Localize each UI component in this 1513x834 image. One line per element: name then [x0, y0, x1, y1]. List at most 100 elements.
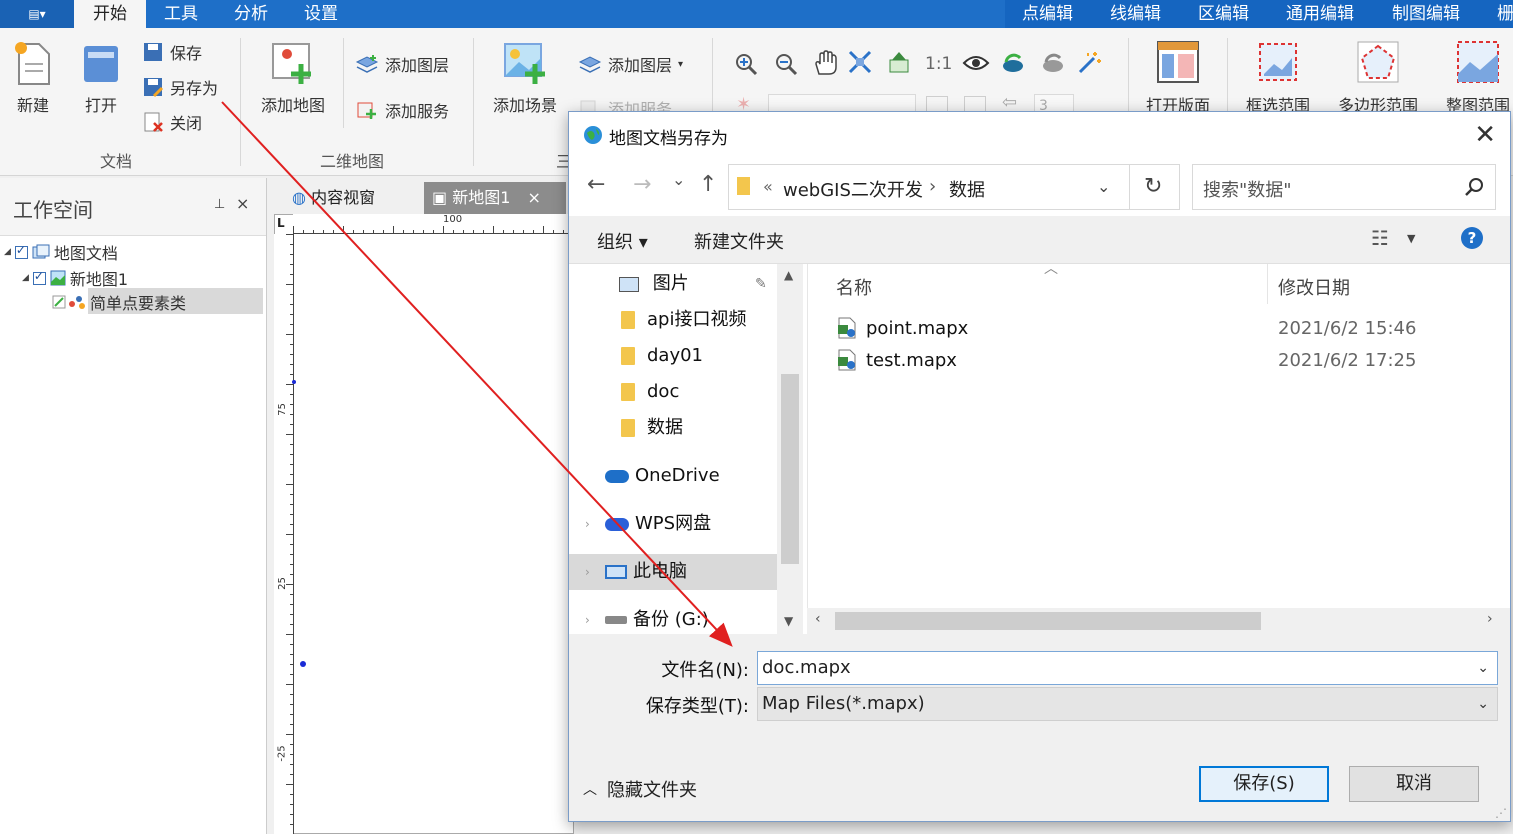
- nav-item-backup-drive[interactable]: › 备份 (G:): [569, 602, 777, 638]
- map-point[interactable]: [300, 661, 306, 667]
- add-service-button[interactable]: 添加服务: [355, 98, 449, 122]
- add-map-button[interactable]: 添加地图: [255, 40, 331, 116]
- close-icon[interactable]: ×: [236, 194, 249, 213]
- scroll-right-icon[interactable]: ›: [1487, 611, 1493, 627]
- add-scene-button[interactable]: 添加场景: [487, 40, 563, 116]
- breadcrumb-current[interactable]: 数据: [949, 176, 985, 202]
- scroll-thumb[interactable]: [835, 612, 1261, 630]
- new-button[interactable]: 新建: [10, 40, 56, 116]
- refresh-map-icon[interactable]: [887, 50, 911, 74]
- open-layout-button[interactable]: 打开版面: [1140, 40, 1216, 116]
- forward-arrow-icon[interactable]: →: [633, 172, 651, 197]
- file-row[interactable]: test.mapx: [836, 348, 957, 372]
- save-button[interactable]: 保存: [142, 40, 202, 64]
- close-doc-button[interactable]: 关闭: [142, 110, 202, 134]
- recent-dropdown-icon[interactable]: ⌄: [672, 170, 685, 189]
- column-header-date[interactable]: 修改日期: [1278, 274, 1350, 300]
- whole-range-button[interactable]: 整图范围: [1440, 40, 1513, 116]
- frame-range-button[interactable]: 框选范围: [1240, 40, 1316, 116]
- full-extent-icon[interactable]: [848, 50, 872, 74]
- chevron-down-icon[interactable]: ⌄: [1097, 177, 1110, 196]
- new-folder-button[interactable]: 新建文件夹: [694, 228, 784, 254]
- new-map-checkbox[interactable]: [32, 269, 46, 285]
- search-input[interactable]: 搜索"数据": [1192, 164, 1496, 210]
- resize-grip-icon[interactable]: ⋰: [1495, 806, 1507, 820]
- nav-item-wps-drive[interactable]: › WPS网盘: [569, 506, 777, 542]
- hide-folders-toggle[interactable]: ︿ 隐藏文件夹: [583, 776, 697, 802]
- previous-view-icon[interactable]: [1000, 50, 1026, 76]
- view-options-icon[interactable]: ☷: [1371, 226, 1389, 250]
- cancel-button[interactable]: 取消: [1349, 766, 1479, 802]
- tab-general-edit[interactable]: 通用编辑: [1286, 0, 1354, 28]
- nav-item-api-videos[interactable]: api接口视频: [569, 302, 777, 338]
- map-document-checkbox[interactable]: [14, 243, 28, 259]
- scroll-down-icon[interactable]: ▼: [784, 614, 793, 628]
- nav-item-pictures[interactable]: 图片 ✎: [569, 266, 777, 302]
- chevron-down-icon[interactable]: ⌄: [1477, 652, 1489, 684]
- tab-line-edit[interactable]: 线编辑: [1110, 0, 1161, 28]
- horizontal-scrollbar[interactable]: ‹ ›: [807, 608, 1510, 634]
- breadcrumb-overflow[interactable]: «: [763, 177, 773, 196]
- arrow-left-icon[interactable]: ⇦: [1002, 92, 1017, 113]
- nav-item-doc[interactable]: doc: [569, 374, 777, 410]
- chevron-right-icon[interactable]: ›: [585, 602, 590, 638]
- tab-raster[interactable]: 栅: [1497, 0, 1513, 28]
- tab-new-map[interactable]: ▣ 新地图1 ×: [424, 182, 566, 214]
- zoom-in-icon[interactable]: [734, 52, 758, 76]
- collapse-arrow-icon[interactable]: ◢: [4, 247, 11, 257]
- tab-area-edit[interactable]: 区编辑: [1198, 0, 1249, 28]
- save-as-button[interactable]: 另存为: [142, 75, 218, 99]
- nav-item-onedrive[interactable]: OneDrive: [569, 458, 777, 494]
- tab-content-view[interactable]: ◍ 内容视窗: [284, 182, 383, 214]
- organize-button[interactable]: 组织 ▾: [597, 228, 648, 254]
- save-button[interactable]: 保存(S): [1199, 766, 1329, 802]
- scroll-up-icon[interactable]: ▲: [784, 268, 793, 282]
- add-layer-button[interactable]: 添加图层: [355, 52, 449, 76]
- column-header-name[interactable]: 名称: [836, 274, 872, 300]
- map-point[interactable]: [292, 380, 296, 384]
- tab-settings[interactable]: 设置: [286, 0, 356, 28]
- tab-analysis[interactable]: 分析: [216, 0, 286, 28]
- scroll-thumb[interactable]: [781, 374, 799, 564]
- breadcrumb-parent[interactable]: webGIS二次开发: [783, 176, 923, 202]
- close-icon[interactable]: ✕: [1474, 120, 1496, 150]
- help-icon[interactable]: ?: [1461, 227, 1483, 249]
- tree-item-new-map[interactable]: ◢ 新地图1: [22, 266, 128, 290]
- chevron-down-icon[interactable]: ▼: [1407, 232, 1415, 245]
- open-button[interactable]: 打开: [78, 40, 124, 116]
- filetype-select[interactable]: Map Files(*.mapx) ⌄: [757, 687, 1498, 721]
- next-view-icon[interactable]: [1040, 50, 1066, 76]
- chevron-right-icon[interactable]: ›: [585, 554, 590, 590]
- back-arrow-icon[interactable]: ←: [587, 172, 605, 197]
- chevron-right-icon[interactable]: ›: [585, 506, 590, 542]
- up-arrow-icon[interactable]: ↑: [699, 172, 717, 197]
- refresh-button[interactable]: ↻: [1130, 164, 1180, 210]
- magic-wand-icon[interactable]: [1076, 50, 1102, 76]
- app-menu-button[interactable]: ▤▾: [0, 0, 74, 28]
- polygon-range-button[interactable]: 多边形范围: [1332, 40, 1424, 116]
- search-icon[interactable]: [1465, 177, 1485, 197]
- add-scene-layer-button[interactable]: 添加图层 ▾: [578, 52, 683, 76]
- tab-start[interactable]: 开始: [74, 0, 146, 28]
- nav-item-data[interactable]: 数据: [569, 410, 777, 446]
- file-row[interactable]: point.mapx: [836, 316, 968, 340]
- nav-item-this-pc[interactable]: › 此电脑: [569, 554, 777, 590]
- filename-input[interactable]: doc.mapx ⌄: [757, 651, 1498, 685]
- chevron-down-icon[interactable]: ⌄: [1477, 688, 1489, 720]
- tab-point-edit[interactable]: 点编辑: [1022, 0, 1073, 28]
- map-canvas[interactable]: [274, 214, 574, 834]
- address-bar[interactable]: « webGIS二次开发 › 数据 ⌄: [728, 164, 1130, 210]
- nav-scrollbar[interactable]: ▲ ▼: [777, 264, 803, 634]
- tree-item-point-layer[interactable]: 简单点要素类: [52, 290, 186, 314]
- tab-cartography-edit[interactable]: 制图编辑: [1392, 0, 1460, 28]
- collapse-arrow-icon[interactable]: ◢: [22, 273, 29, 283]
- nav-item-day01[interactable]: day01: [569, 338, 777, 374]
- scale-1-1-button[interactable]: 1:1: [925, 54, 952, 74]
- close-icon[interactable]: ×: [528, 188, 541, 207]
- pan-hand-icon[interactable]: [812, 50, 838, 76]
- eye-icon[interactable]: [962, 54, 990, 72]
- scroll-left-icon[interactable]: ‹: [815, 611, 821, 627]
- tree-item-map-document[interactable]: ◢ 地图文档: [4, 240, 118, 264]
- zoom-out-icon[interactable]: [774, 52, 798, 76]
- pin-icon[interactable]: ✎: [755, 266, 767, 302]
